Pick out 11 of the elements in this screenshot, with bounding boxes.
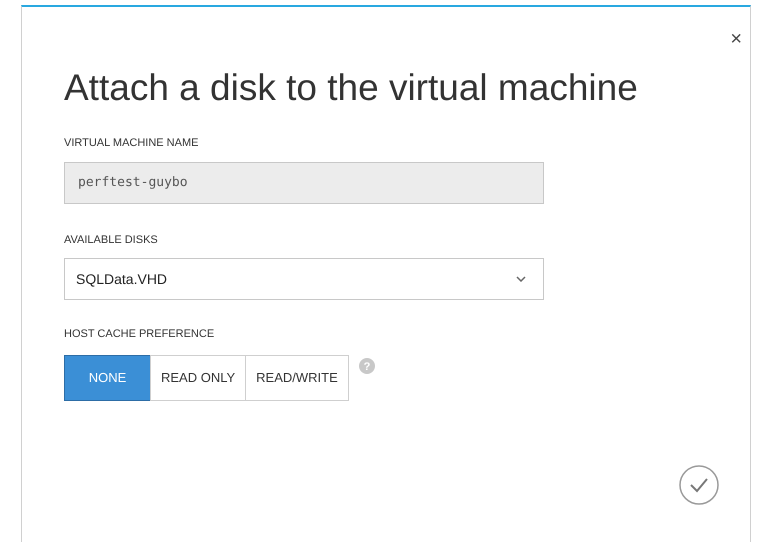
field-label: AVAILABLE DISKS [64, 232, 159, 248]
field-label: VIRTUAL MACHINE NAME [64, 136, 200, 152]
cache-option[interactable]: READ/WRITE [245, 354, 349, 401]
cache-option[interactable]: READ ONLY [150, 354, 246, 401]
confirm-icon[interactable] [679, 465, 719, 505]
dropdown-value: SQLData.VHD [76, 270, 168, 289]
close-button[interactable]: × [730, 29, 742, 49]
field-label: HOST CACHE PREFERENCE [64, 327, 216, 342]
disk-dropdown[interactable]: SQLData.VHD [64, 258, 544, 300]
dialog-title: Attach a disk to the virtual machine [64, 66, 639, 110]
chevron-icon [516, 276, 526, 282]
